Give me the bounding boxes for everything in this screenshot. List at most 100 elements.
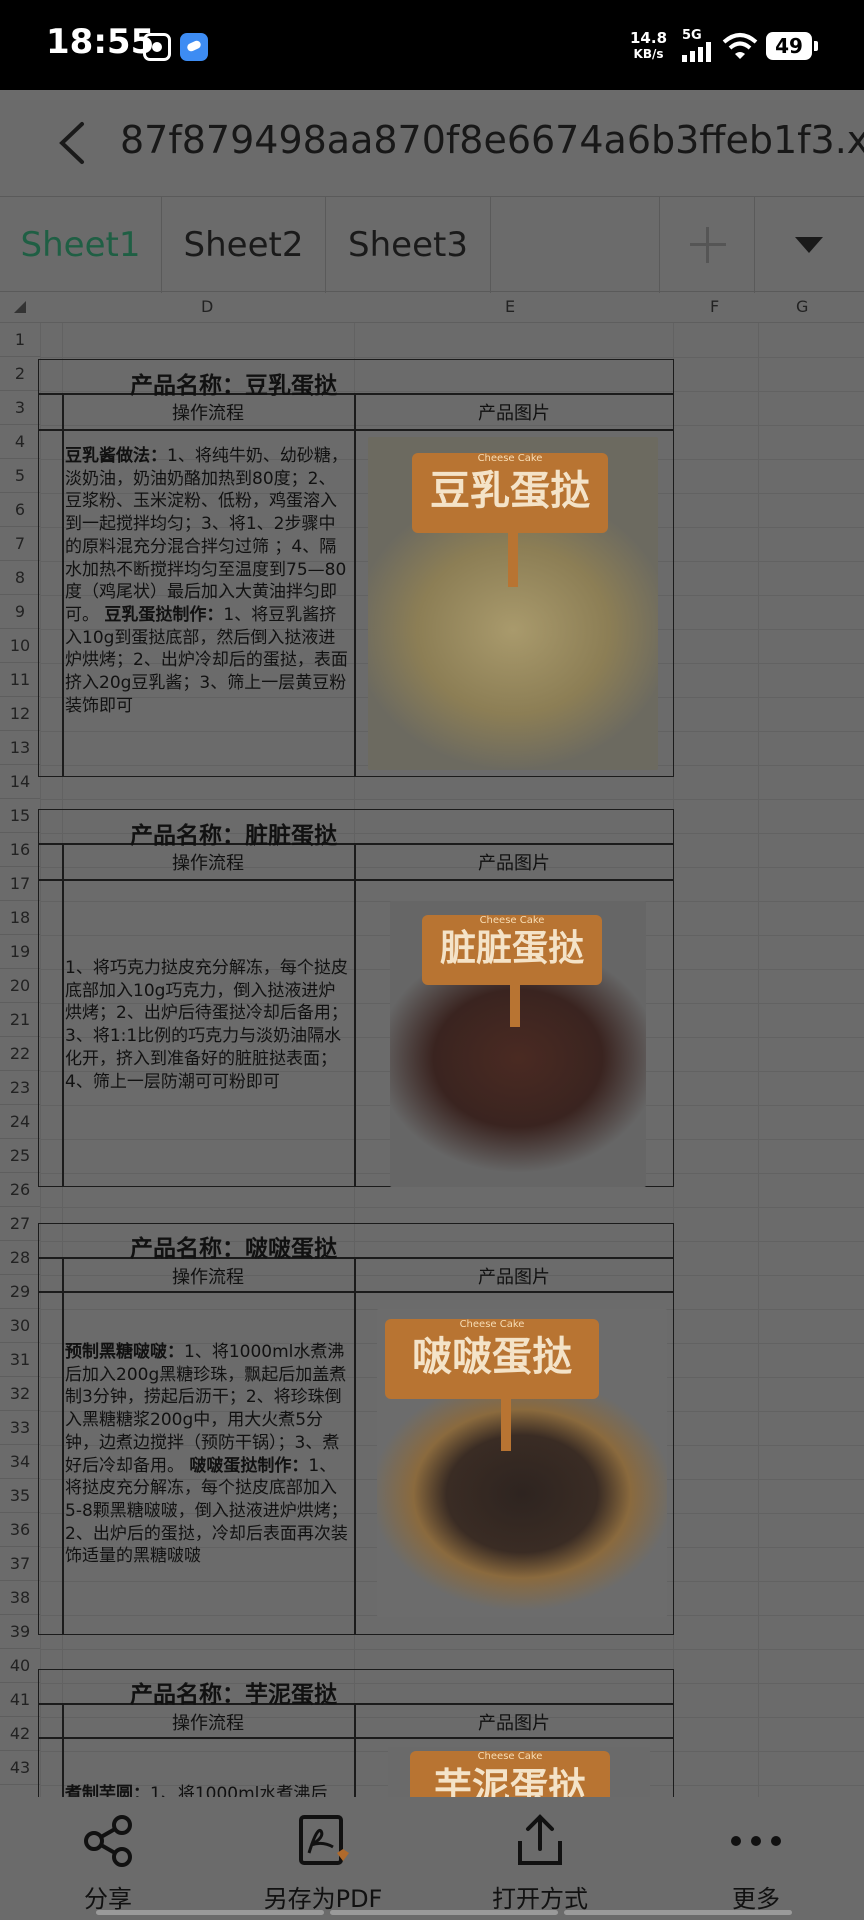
sheet-list-dropdown-button[interactable]: [755, 197, 864, 293]
step-text: 1、将巧克力挞皮充分解冻，每个挞皮底部加入10g巧克力，倒入挞液进炉烘烤；2、出…: [65, 958, 348, 1092]
row-header[interactable]: 3: [0, 391, 40, 425]
column-header-d[interactable]: D: [201, 297, 213, 316]
row-header[interactable]: 8: [0, 561, 40, 595]
row-header[interactable]: 15: [0, 799, 40, 833]
network-speed: 14.8 KB/s: [630, 30, 667, 62]
chevron-left-icon[interactable]: [50, 118, 100, 168]
row-header[interactable]: 32: [0, 1377, 40, 1411]
row-header[interactable]: 26: [0, 1173, 40, 1207]
pdf-icon: [299, 1815, 349, 1865]
row-header[interactable]: 38: [0, 1581, 40, 1615]
share-label: 分享: [84, 1885, 132, 1913]
image-header: 产品图片: [478, 1267, 550, 1288]
more-button[interactable]: 更多: [696, 1797, 816, 1920]
row-header[interactable]: 1: [0, 323, 40, 357]
image-sign-text: 脏脏蛋挞: [439, 928, 584, 969]
row-header[interactable]: 43: [0, 1751, 40, 1785]
row-header[interactable]: 2: [0, 357, 40, 391]
tab-sheet3[interactable]: Sheet3: [326, 197, 491, 293]
column-header-f[interactable]: F: [710, 297, 719, 316]
row-header[interactable]: 10: [0, 629, 40, 663]
tab-sheet1[interactable]: Sheet1: [0, 197, 162, 293]
image-header: 产品图片: [478, 1713, 550, 1734]
row-header[interactable]: 13: [0, 731, 40, 765]
row-header[interactable]: 7: [0, 527, 40, 561]
step-title: 啵啵蛋挞制作：: [189, 1455, 309, 1476]
product-image: Cheese Cake 啵啵蛋挞: [377, 1309, 667, 1617]
row-header[interactable]: 21: [0, 1003, 40, 1037]
row-header[interactable]: 12: [0, 697, 40, 731]
process-header: 操作流程: [172, 403, 244, 424]
row-header[interactable]: 16: [0, 833, 40, 867]
step-text: 1、将纯牛奶、幼砂糖，淡奶油，奶油奶酪加热到80度；2、豆浆粉、玉米淀粉、低粉，…: [65, 446, 348, 625]
column-header-e[interactable]: E: [505, 297, 515, 316]
row-header[interactable]: 35: [0, 1479, 40, 1513]
image-brand: Cheese Cake: [459, 1319, 525, 1330]
product-image: Cheese Cake 脏脏蛋挞: [390, 901, 646, 1187]
spreadsheet-grid[interactable]: D E F G 1 2 3 4 5 6 7 8 9 10 11 12 13 14 15 16 17 18 19 20 2…: [0, 293, 864, 1797]
row-header[interactable]: 19: [0, 935, 40, 969]
column-header-g[interactable]: G: [796, 297, 808, 316]
product-image: Cheese Cake 芋泥蛋挞: [388, 1747, 650, 1797]
row-header[interactable]: 5: [0, 459, 40, 493]
row-header[interactable]: 4: [0, 425, 40, 459]
row-header[interactable]: 29: [0, 1275, 40, 1309]
wifi-icon: [722, 33, 758, 59]
row-header[interactable]: 11: [0, 663, 40, 697]
more-icon: [731, 1836, 781, 1846]
row-header[interactable]: 39: [0, 1615, 40, 1649]
row-header[interactable]: 36: [0, 1513, 40, 1547]
upload-icon: [518, 1814, 562, 1865]
row-header[interactable]: 41: [0, 1683, 40, 1717]
row-header[interactable]: 31: [0, 1343, 40, 1377]
add-sheet-button[interactable]: [659, 197, 755, 293]
step-text: 1、将1000ml水煮沸后: [150, 1784, 328, 1797]
step-title: 预制黑糖啵啵：: [65, 1342, 184, 1362]
row-header[interactable]: 34: [0, 1445, 40, 1479]
column-header-bar: D E F G: [0, 293, 864, 323]
row-header[interactable]: 27: [0, 1207, 40, 1241]
row-header[interactable]: 23: [0, 1071, 40, 1105]
title-bar: 87f879498aa870f8e6674a6b3ffeb1f3.xls: [0, 90, 864, 195]
row-header[interactable]: 33: [0, 1411, 40, 1445]
open-with-button[interactable]: 打开方式: [480, 1797, 600, 1920]
process-header: 操作流程: [172, 1713, 244, 1734]
status-time: 18:55: [46, 22, 155, 62]
product-name: 产品名称：啵啵蛋挞: [130, 1236, 337, 1262]
row-header[interactable]: 25: [0, 1139, 40, 1173]
product-name: 产品名称：豆乳蛋挞: [130, 373, 337, 399]
product-name: 产品名称：脏脏蛋挞: [130, 823, 337, 849]
row-header[interactable]: 14: [0, 765, 40, 799]
product-image: Cheese Cake 豆乳蛋挞: [368, 437, 658, 770]
image-brand: Cheese Cake: [477, 453, 543, 464]
row-header[interactable]: 20: [0, 969, 40, 1003]
file-title: 87f879498aa870f8e6674a6b3ffeb1f3.xls: [120, 118, 864, 162]
process-text: 1、将巧克力挞皮充分解冻，每个挞皮底部加入10g巧克力，倒入挞液进炉烘烤；2、出…: [65, 957, 351, 1093]
sheet-tabs: Sheet1 Sheet2 Sheet3: [0, 196, 864, 293]
row-header[interactable]: 42: [0, 1717, 40, 1751]
share-button[interactable]: 分享: [48, 1797, 168, 1920]
more-label: 更多: [732, 1885, 780, 1913]
image-header: 产品图片: [478, 403, 550, 424]
app-notification-icon: [180, 33, 208, 61]
select-all-corner[interactable]: [14, 301, 26, 313]
row-header[interactable]: 30: [0, 1309, 40, 1343]
row-header[interactable]: 40: [0, 1649, 40, 1683]
tab-sheet2[interactable]: Sheet2: [162, 197, 326, 293]
row-header[interactable]: 18: [0, 901, 40, 935]
share-icon: [84, 1815, 132, 1867]
row-header[interactable]: 22: [0, 1037, 40, 1071]
image-sign-text: 豆乳蛋挞: [430, 468, 590, 514]
process-text: 煮制芋圆：1、将1000ml水煮沸后: [65, 1783, 351, 1797]
row-header[interactable]: 37: [0, 1547, 40, 1581]
row-header[interactable]: 17: [0, 867, 40, 901]
network-speed-value: 14.8: [630, 29, 668, 47]
process-header: 操作流程: [172, 853, 244, 874]
row-header[interactable]: 6: [0, 493, 40, 527]
row-header[interactable]: 9: [0, 595, 40, 629]
save-as-pdf-button[interactable]: 另存为PDF: [253, 1797, 393, 1920]
signal-icon: [682, 42, 716, 62]
network-speed-unit: KB/s: [633, 47, 664, 61]
row-header[interactable]: 24: [0, 1105, 40, 1139]
row-header[interactable]: 28: [0, 1241, 40, 1275]
